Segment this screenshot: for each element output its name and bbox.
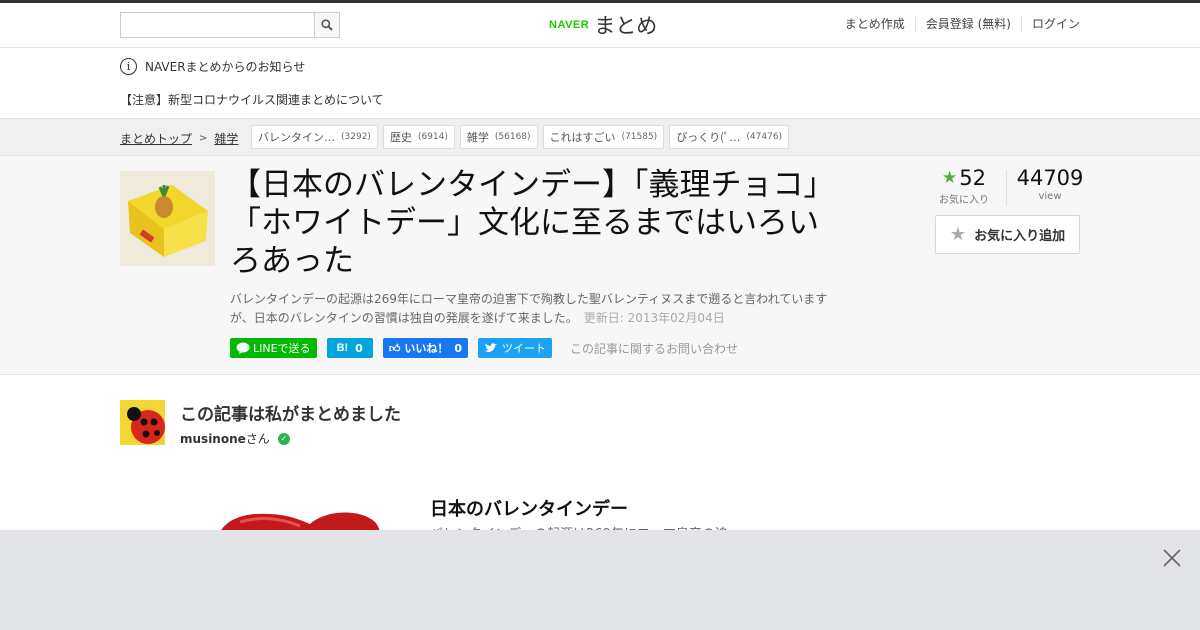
- favorite-count: 52: [959, 166, 986, 190]
- line-share-label: LINEで送る: [253, 342, 311, 355]
- facebook-like-button[interactable]: 👍︎ いいね！ 0: [382, 338, 468, 358]
- tag-label: バレンタイン…: [258, 131, 335, 144]
- facebook-like-count: 0: [454, 341, 462, 355]
- tag-label: これはすごい: [549, 131, 616, 144]
- item-title: 日本のバレンタインデー: [430, 499, 628, 520]
- tag-item[interactable]: 雑学 (56168): [459, 125, 538, 149]
- chevron-right-icon: >: [199, 133, 208, 144]
- twitter-bird-icon: [484, 343, 497, 352]
- tag-item[interactable]: これはすごい (71585): [542, 125, 665, 149]
- line-icon: [236, 342, 250, 354]
- line-share-button[interactable]: LINEで送る: [230, 338, 317, 358]
- hatena-bookmark-button[interactable]: B! 0: [326, 338, 373, 358]
- add-favorite-button[interactable]: ★ お気に入り追加: [935, 215, 1080, 254]
- tag-list: バレンタイン… (3292) 歴史 (6914) 雑学 (56168) これはすごい (…: [251, 125, 794, 149]
- header-nav: まとめ作成 会員登録 (無料) ログイン: [835, 17, 1080, 32]
- star-icon: ★: [942, 168, 958, 188]
- description-text: バレンタインデーの起源は269年にローマ皇帝の迫害下で殉教した聖バレンティヌスま…: [230, 292, 828, 325]
- notice-title-text: NAVERまとめからのお知らせ: [145, 60, 306, 74]
- view-label: view: [1038, 191, 1062, 202]
- ad-overlay: [0, 530, 1200, 630]
- search-icon: [321, 19, 333, 31]
- article-header: 【日本のバレンタインデー】「義理チョコ」「ホワイトデー」文化に至るまではいろいろ…: [0, 156, 1200, 375]
- hatena-icon: B!: [336, 342, 349, 354]
- author-heading: この記事は私がまとめました: [180, 405, 401, 425]
- tweet-label: ツイート: [501, 342, 546, 355]
- verified-icon: ✓: [277, 432, 290, 445]
- view-count: 44709: [1016, 166, 1084, 190]
- tag-label: びっくり(ﾟ…: [676, 131, 741, 144]
- facebook-like-label: いいね！: [404, 342, 449, 355]
- breadcrumb-home[interactable]: まとめトップ: [120, 130, 192, 147]
- search-button[interactable]: [314, 13, 339, 37]
- tag-item[interactable]: びっくり(ﾟ… (47476): [669, 125, 790, 149]
- close-icon: [1163, 549, 1181, 567]
- thumbs-up-icon: 👍︎: [388, 341, 401, 355]
- article-title: 【日本のバレンタインデー】「義理チョコ」「ホワイトデー」文化に至るまではいろいろ…: [230, 167, 819, 279]
- tag-item[interactable]: バレンタイン… (3292): [251, 125, 378, 149]
- tag-label: 雑学: [466, 131, 489, 144]
- article-description: バレンタインデーの起源は269年にローマ皇帝の迫害下で殉教した聖バレンティヌスま…: [230, 290, 830, 328]
- hatena-count: 0: [355, 341, 363, 355]
- tag-count: (6914): [417, 132, 448, 142]
- author-suffix: さん: [245, 432, 270, 446]
- tag-count: (56168): [494, 132, 531, 142]
- close-button[interactable]: [1162, 548, 1182, 568]
- info-icon: i: [120, 58, 137, 75]
- updated-date: 更新日: 2013年02月04日: [583, 311, 725, 325]
- tag-count: (47476): [746, 132, 783, 142]
- favorite-label: お気に入り: [939, 195, 989, 206]
- search-input[interactable]: [121, 13, 315, 37]
- logo-brand: NAVER: [549, 19, 590, 31]
- tag-item[interactable]: 歴史 (6914): [382, 125, 455, 149]
- tag-count: (3292): [341, 132, 371, 142]
- site-header: NAVER まとめ まとめ作成 会員登録 (無料) ログイン: [0, 3, 1200, 48]
- favorite-stat: ★ 52 お気に入り: [931, 166, 997, 206]
- notice-title: i NAVERまとめからのお知らせ: [120, 58, 305, 75]
- add-favorite-label: お気に入り追加: [974, 229, 1066, 244]
- logo-text: まとめ: [594, 14, 658, 38]
- article-stats: ★ 52 お気に入り 44709 view: [931, 166, 1083, 206]
- notice-link[interactable]: 【注意】新型コロナウイルス関連まとめについて: [120, 91, 384, 108]
- tag-count: (71585): [621, 132, 658, 142]
- tag-label: 歴史: [389, 131, 412, 144]
- breadcrumb-bar: まとめトップ > 雑学 バレンタイン… (3292) 歴史 (6914) 雑学 (56…: [0, 118, 1200, 156]
- tweet-button[interactable]: ツイート: [477, 338, 552, 358]
- view-stat: 44709 view: [1011, 166, 1089, 202]
- breadcrumb-category[interactable]: 雑学: [214, 130, 238, 147]
- author-avatar[interactable]: [120, 400, 165, 445]
- author-name: musinone さん ✓: [180, 430, 290, 447]
- share-bar: LINEで送る B! 0 👍︎ いいね！ 0 ツイート この記事に関するお問い合…: [230, 338, 738, 358]
- author-username[interactable]: musinone: [180, 432, 246, 446]
- star-icon: ★: [949, 224, 967, 245]
- contact-link[interactable]: この記事に関するお問い合わせ: [570, 340, 738, 357]
- register-link[interactable]: 会員登録 (無料): [914, 17, 1021, 32]
- ladybug-avatar-image: [120, 400, 165, 445]
- breadcrumb: まとめトップ > 雑学: [120, 130, 238, 147]
- site-logo[interactable]: NAVER まとめ: [549, 11, 657, 39]
- login-link[interactable]: ログイン: [1020, 17, 1080, 32]
- create-matome-link[interactable]: まとめ作成: [835, 17, 915, 32]
- chocolate-box-image: [120, 171, 215, 266]
- search-box: [120, 12, 340, 38]
- stat-divider: [1006, 170, 1007, 206]
- article-thumbnail: [120, 171, 215, 266]
